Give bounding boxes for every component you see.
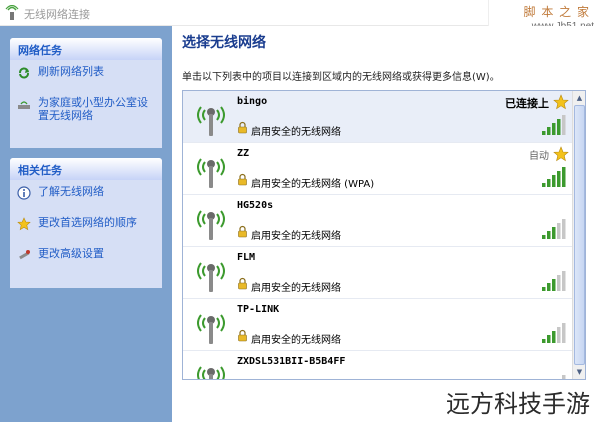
wireless-antenna-icon <box>197 158 225 188</box>
change-preferred-order-link[interactable]: 更改首选网络的顺序 <box>10 211 162 234</box>
scroll-down-icon[interactable]: ▼ <box>574 366 585 378</box>
signal-strength-icon <box>542 271 566 291</box>
lock-icon <box>238 173 247 186</box>
lock-icon <box>238 121 247 134</box>
watermark-line1: 脚 本 之 家 <box>523 5 590 19</box>
change-preferred-order-label: 更改首选网络的顺序 <box>38 216 137 229</box>
signal-strength-icon <box>542 167 566 187</box>
change-advanced-settings-link[interactable]: 更改高级设置 <box>10 242 162 265</box>
network-row[interactable]: ZZ 启用安全的无线网络 (WPA) 自动 <box>183 143 573 195</box>
setup-home-network-label: 为家庭或小型办公室设置无线网络 <box>38 96 148 122</box>
star-icon <box>17 217 31 231</box>
setup-network-icon <box>18 101 30 109</box>
network-name: FLM <box>237 252 256 263</box>
network-name: ZZ <box>237 148 250 159</box>
lock-icon <box>238 277 247 290</box>
network-status: 已连接上 <box>505 97 549 110</box>
learn-wireless-label: 了解无线网络 <box>38 185 104 198</box>
wireless-app-icon <box>5 5 19 20</box>
network-security: 启用安全的无线网络 <box>251 335 341 346</box>
signal-strength-icon <box>542 323 566 343</box>
scroll-up-icon[interactable]: ▲ <box>574 92 585 104</box>
network-row[interactable]: ZXDSL531BII-B5B4FF启用安全的无线网络 <box>183 351 573 379</box>
related-tasks-title: 相关任务 <box>10 158 162 180</box>
refresh-icon <box>19 67 29 79</box>
change-advanced-settings-label: 更改高级设置 <box>38 247 104 260</box>
tools-icon <box>19 250 30 260</box>
page-description: 单击以下列表中的项目以连接到区域内的无线网络或获得更多信息(W)。 <box>182 72 500 83</box>
network-security: 启用安全的无线网络 <box>251 231 341 242</box>
bottom-watermark: 远方科技手游 <box>442 384 594 419</box>
network-status: 自动 <box>529 151 549 162</box>
wireless-antenna-icon <box>197 262 225 292</box>
network-tasks-panel: 网络任务 刷新网络列表 为家庭或小型办公室设置无线网络 <box>10 38 162 148</box>
network-tasks-title: 网络任务 <box>10 38 162 60</box>
window-title: 无线网络连接 <box>24 8 90 21</box>
page-title: 选择无线网络 <box>182 35 266 51</box>
task-sidebar: 网络任务 刷新网络列表 为家庭或小型办公室设置无线网络 相关任务 了解无线网络 … <box>0 26 172 422</box>
preferred-star-icon <box>553 94 569 110</box>
learn-wireless-link[interactable]: 了解无线网络 <box>10 180 162 203</box>
signal-strength-icon <box>562 375 566 379</box>
wireless-antenna-icon <box>197 366 225 379</box>
signal-strength-icon <box>542 115 566 135</box>
network-security: 启用安全的无线网络 <box>251 127 341 138</box>
network-row[interactable]: bingo 启用安全的无线网络 已连接上 <box>183 91 573 143</box>
network-name: HG520s <box>237 200 274 211</box>
wireless-antenna-icon <box>197 314 225 344</box>
network-security: 启用安全的无线网络 <box>251 283 341 294</box>
network-name: TP-LINK <box>237 304 280 315</box>
wireless-antenna-icon <box>197 210 225 240</box>
lock-icon <box>238 329 247 342</box>
wireless-antenna-icon <box>197 106 225 136</box>
network-name: ZXDSL531BII-B5B4FF <box>237 356 346 367</box>
network-row[interactable]: TP-LINK 启用安全的无线网络 <box>183 299 573 351</box>
lock-icon <box>238 225 247 238</box>
preferred-star-icon <box>553 146 569 162</box>
network-security: 启用安全的无线网络 (WPA) <box>251 179 375 190</box>
list-scrollbar[interactable]: ▲ ▼ <box>572 91 585 379</box>
signal-strength-icon <box>542 219 566 239</box>
refresh-network-list-link[interactable]: 刷新网络列表 <box>10 60 162 83</box>
network-row[interactable]: FLM 启用安全的无线网络 <box>183 247 573 299</box>
wireless-network-list[interactable]: ZXDSL531BII-B5B4FF启用安全的无线网络TP-LINK启用安全的无… <box>182 90 586 380</box>
scroll-thumb[interactable] <box>574 105 585 365</box>
related-tasks-panel: 相关任务 了解无线网络 更改首选网络的顺序 更改高级设置 <box>10 158 162 288</box>
setup-home-network-link[interactable]: 为家庭或小型办公室设置无线网络 <box>10 91 162 127</box>
info-icon <box>17 186 31 200</box>
network-name: bingo <box>237 96 268 107</box>
network-row[interactable]: HG520s 启用安全的无线网络 <box>183 195 573 247</box>
refresh-network-list-label: 刷新网络列表 <box>38 65 104 78</box>
